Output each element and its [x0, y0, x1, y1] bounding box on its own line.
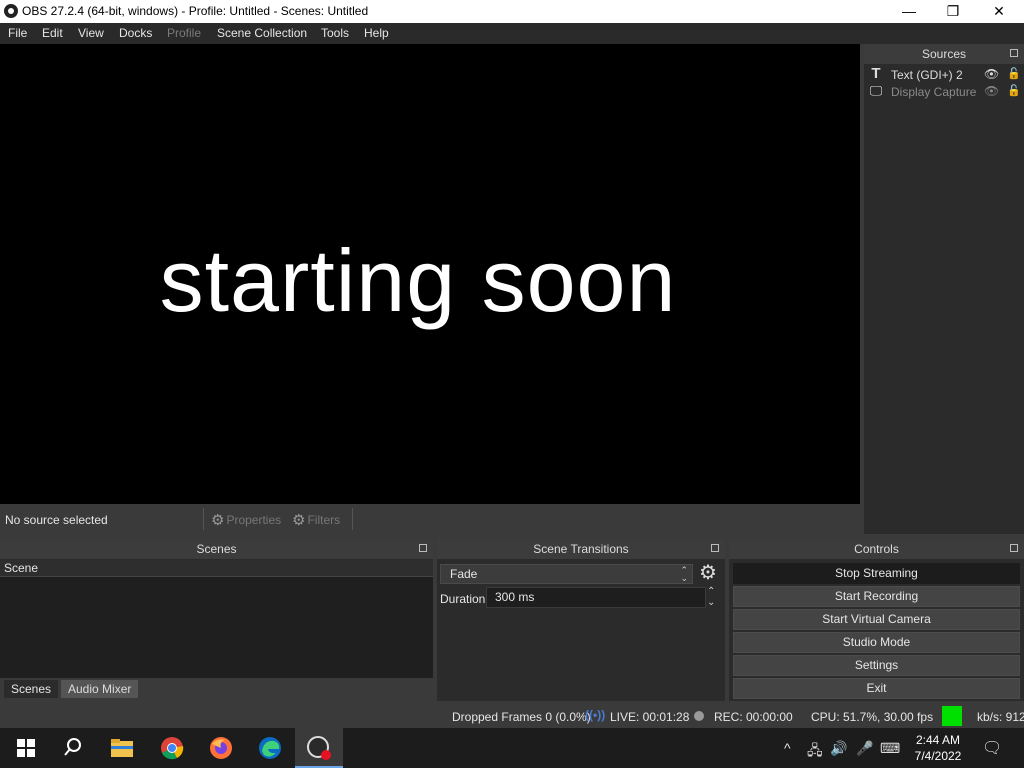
- studio-mode-button[interactable]: Studio Mode: [733, 632, 1020, 653]
- float-dock-icon[interactable]: [1010, 49, 1018, 57]
- microphone-icon[interactable]: 🎤: [856, 740, 873, 757]
- network-icon[interactable]: 🖧: [807, 740, 823, 764]
- controls-dock: Controls Stop Streaming Start Recording …: [729, 539, 1024, 701]
- windows-start-icon[interactable]: [14, 736, 38, 760]
- filters-button[interactable]: ⚙ Filters: [292, 511, 340, 529]
- window-title: OBS 27.2.4 (64-bit, windows) - Profile: …: [22, 4, 369, 18]
- preview-canvas[interactable]: starting soon: [0, 44, 860, 504]
- source-label: Display Capture: [891, 85, 977, 99]
- scenes-title: Scenes: [0, 539, 433, 559]
- eye-icon[interactable]: 👁: [984, 67, 999, 81]
- chevron-updown-icon: ⌃ ⌄: [680, 565, 688, 583]
- source-item[interactable]: T Text (GDI+) 2 👁 🔓: [864, 66, 1024, 83]
- transition-settings-gear-icon[interactable]: ⚙: [699, 563, 717, 583]
- separator: [203, 508, 204, 530]
- firefox-icon[interactable]: [209, 736, 233, 760]
- menu-docks[interactable]: Docks: [119, 26, 152, 40]
- tab-audio-mixer[interactable]: Audio Mixer: [61, 680, 139, 698]
- minimize-button[interactable]: —: [886, 0, 932, 23]
- menu-tools[interactable]: Tools: [321, 26, 349, 40]
- start-virtual-camera-button[interactable]: Start Virtual Camera: [733, 609, 1020, 630]
- duration-label: Duration: [440, 592, 486, 606]
- menu-file[interactable]: File: [8, 26, 27, 40]
- edge-icon[interactable]: [258, 736, 282, 760]
- source-item[interactable]: 🖵 Display Capture 👁 🔓: [864, 83, 1024, 100]
- maximize-button[interactable]: ❐: [930, 0, 976, 23]
- exit-button[interactable]: Exit: [733, 678, 1020, 699]
- dropped-frames: Dropped Frames 0 (0.0%): [452, 710, 591, 724]
- chevron-up-icon[interactable]: ^: [784, 740, 791, 756]
- gear-icon: ⚙: [211, 512, 225, 529]
- scene-list: Scene: [0, 560, 433, 678]
- live-broadcast-icon: ((•)): [585, 708, 606, 722]
- float-dock-icon[interactable]: [1010, 544, 1018, 552]
- preview-text: starting soon: [159, 231, 677, 330]
- menu-view[interactable]: View: [78, 26, 104, 40]
- status-bar: Dropped Frames 0 (0.0%) ((•)) LIVE: 00:0…: [0, 704, 1024, 728]
- clock-date: 7/4/2022: [914, 749, 962, 763]
- tab-scenes[interactable]: Scenes: [4, 680, 59, 698]
- sources-title: Sources: [864, 44, 1024, 64]
- clock-time: 2:44 AM: [915, 733, 961, 747]
- eye-hidden-icon[interactable]: 👁: [984, 84, 999, 98]
- live-timer: LIVE: 00:01:28: [610, 710, 690, 724]
- bitrate: kb/s: 912: [977, 710, 1024, 724]
- menu-edit[interactable]: Edit: [42, 26, 63, 40]
- record-dot-icon: [694, 711, 704, 721]
- separator: [352, 508, 353, 530]
- unlock-icon[interactable]: 🔓: [1007, 67, 1021, 80]
- notifications-icon[interactable]: 🗨: [982, 738, 1002, 758]
- filters-icon: ⚙: [292, 512, 306, 529]
- text-icon: T: [871, 65, 881, 82]
- obs-logo-icon: [4, 4, 18, 18]
- unlock-icon[interactable]: 🔓: [1007, 84, 1021, 97]
- menu-bar: File Edit View Docks Profile Scene Colle…: [0, 23, 1024, 44]
- connection-health-indicator: [942, 706, 962, 726]
- dock-tab-bar: Scenes Audio Mixer: [0, 678, 433, 701]
- scenes-dock: Scenes Scene Scenes Audio Mixer: [0, 539, 433, 701]
- keyboard-icon[interactable]: ⌨: [880, 740, 900, 757]
- scene-item[interactable]: Scene: [0, 560, 433, 577]
- chrome-icon[interactable]: [160, 736, 184, 760]
- float-dock-icon[interactable]: [419, 544, 427, 552]
- controls-title: Controls: [729, 539, 1024, 559]
- menu-profile[interactable]: Profile: [167, 26, 201, 40]
- recording-badge-icon: [321, 750, 331, 760]
- settings-button[interactable]: Settings: [733, 655, 1020, 676]
- menu-help[interactable]: Help: [364, 26, 389, 40]
- file-explorer-icon[interactable]: [110, 736, 134, 760]
- duration-stepper-icon[interactable]: ⌃ ⌄: [707, 586, 715, 608]
- system-clock[interactable]: 2:44 AM 7/4/2022: [912, 732, 964, 764]
- rec-timer: REC: 00:00:00: [714, 710, 793, 724]
- cpu-fps: CPU: 51.7%, 30.00 fps: [811, 710, 934, 724]
- monitor-icon: 🖵: [869, 83, 883, 98]
- close-button[interactable]: ✕: [976, 0, 1022, 23]
- search-icon[interactable]: [62, 736, 86, 760]
- taskbar: ^ 🖧 🔊 🎤 ⌨ 2:44 AM 7/4/2022 🗨: [0, 728, 1024, 768]
- sources-dock: Sources T Text (GDI+) 2 👁 🔓 🖵 Display Ca…: [864, 44, 1024, 534]
- source-status: No source selected: [5, 513, 108, 527]
- properties-button[interactable]: ⚙ Properties: [211, 511, 281, 529]
- scene-transitions-dock: Scene Transitions Fade ⌃ ⌄ ⚙ Duration 300…: [437, 539, 725, 701]
- volume-icon[interactable]: 🔊: [830, 740, 847, 757]
- source-label: Text (GDI+) 2: [891, 68, 963, 82]
- obs-taskbar-button[interactable]: [295, 728, 343, 768]
- float-dock-icon[interactable]: [711, 544, 719, 552]
- start-recording-button[interactable]: Start Recording: [733, 586, 1020, 607]
- transitions-title: Scene Transitions: [437, 539, 725, 559]
- menu-scene-collection[interactable]: Scene Collection: [217, 26, 307, 40]
- transition-select[interactable]: Fade ⌃ ⌄: [440, 564, 693, 584]
- title-bar: OBS 27.2.4 (64-bit, windows) - Profile: …: [0, 0, 1024, 23]
- duration-input[interactable]: 300 ms: [486, 587, 706, 608]
- source-toolbar: No source selected ⚙ Properties ⚙ Filters: [0, 504, 862, 535]
- stop-streaming-button[interactable]: Stop Streaming: [733, 563, 1020, 584]
